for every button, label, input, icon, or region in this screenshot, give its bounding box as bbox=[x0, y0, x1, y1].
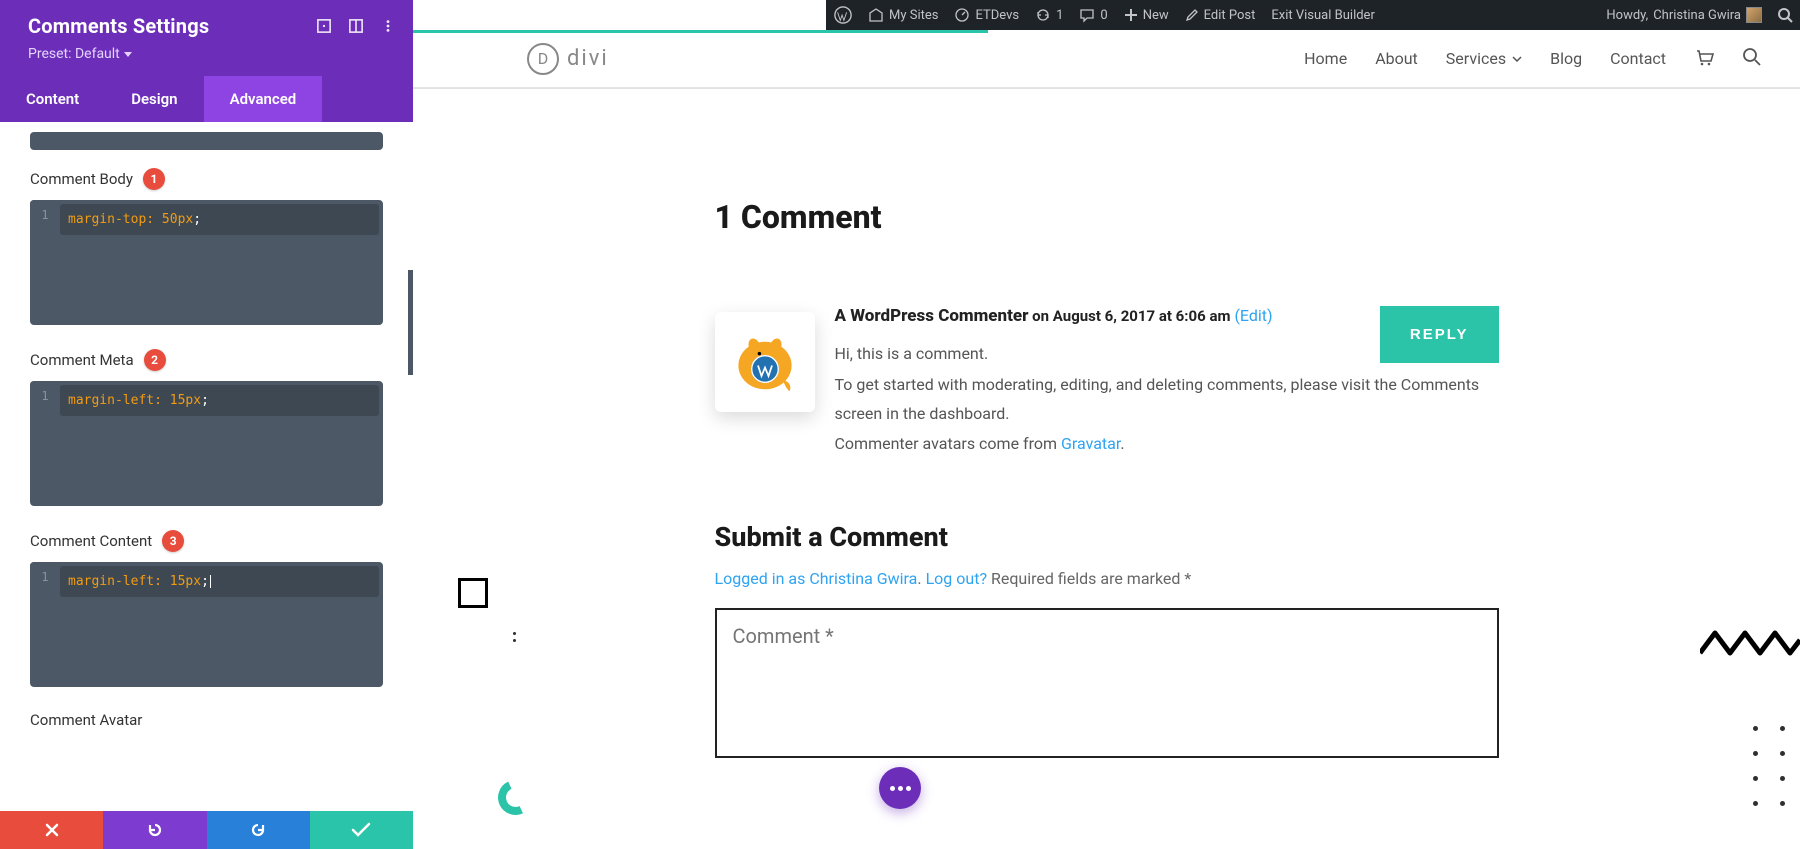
user-account-link[interactable]: Howdy, Christina Gwira bbox=[1598, 0, 1770, 30]
tab-content[interactable]: Content bbox=[0, 76, 105, 122]
wp-admin-bar: My Sites ETDevs 1 0 New bbox=[826, 0, 1800, 30]
cart-icon[interactable] bbox=[1694, 47, 1714, 71]
tab-design[interactable]: Design bbox=[105, 76, 203, 122]
logged-in-as-link[interactable]: Logged in as Christina Gwira bbox=[715, 569, 918, 588]
field-label-comment-body: Comment Body bbox=[30, 170, 133, 188]
updates-link[interactable]: 1 bbox=[1027, 0, 1071, 30]
nav-home[interactable]: Home bbox=[1304, 49, 1347, 68]
tab-advanced[interactable]: Advanced bbox=[204, 76, 323, 122]
preset-dropdown[interactable]: Preset: Default bbox=[0, 46, 413, 76]
comment-textarea[interactable] bbox=[715, 608, 1499, 758]
comment-item: A WordPress Commenter on August 6, 2017 … bbox=[715, 306, 1499, 461]
log-out-link[interactable]: Log out? bbox=[926, 569, 987, 588]
field-label-comment-content: Comment Content bbox=[30, 532, 152, 550]
decor-dots-icon bbox=[513, 632, 516, 642]
exit-visual-builder-link[interactable]: Exit Visual Builder bbox=[1263, 0, 1382, 30]
comment-author-link[interactable]: A WordPress Commenter bbox=[835, 306, 1029, 326]
code-editor-comment-body[interactable]: 1 margin-top: 50px; bbox=[30, 200, 383, 325]
plus-icon bbox=[1124, 8, 1138, 22]
sites-icon bbox=[868, 7, 884, 23]
settings-title: Comments Settings bbox=[28, 14, 315, 38]
undo-button[interactable] bbox=[103, 811, 206, 849]
page-preview: My Sites ETDevs 1 0 New bbox=[413, 0, 1800, 849]
comment-icon bbox=[1079, 7, 1095, 23]
code-editor-comment-meta[interactable]: 1 margin-left: 15px; bbox=[30, 381, 383, 506]
nav-contact[interactable]: Contact bbox=[1610, 49, 1666, 68]
comments-link[interactable]: 0 bbox=[1071, 0, 1115, 30]
annotation-badge-2: 2 bbox=[144, 349, 166, 371]
save-button[interactable] bbox=[310, 811, 413, 849]
nav-services[interactable]: Services bbox=[1446, 49, 1522, 68]
code-editor-collapsed[interactable] bbox=[30, 132, 383, 150]
nav-about[interactable]: About bbox=[1375, 49, 1418, 68]
code-editor-comment-content[interactable]: 1 margin-left: 15px; bbox=[30, 562, 383, 687]
decor-dot-grid-icon bbox=[1753, 726, 1785, 806]
decor-square-icon bbox=[458, 578, 488, 608]
comments-heading: 1 Comment bbox=[715, 198, 1499, 236]
comment-date-link[interactable]: August 6, 2017 at 6:06 am bbox=[1053, 307, 1231, 325]
avatar-icon bbox=[1746, 7, 1762, 23]
gauge-icon bbox=[954, 7, 970, 23]
field-label-comment-avatar: Comment Avatar bbox=[30, 711, 142, 729]
edit-post-link[interactable]: Edit Post bbox=[1177, 0, 1264, 30]
page-load-progress bbox=[413, 30, 988, 33]
site-header: D divi Home About Services Blog Contact bbox=[413, 30, 1800, 88]
admin-search-icon[interactable] bbox=[1770, 0, 1800, 30]
submit-comment-heading: Submit a Comment bbox=[715, 521, 1499, 553]
site-logo[interactable]: D divi bbox=[527, 43, 609, 75]
refresh-icon bbox=[1035, 7, 1051, 23]
pencil-icon bbox=[1185, 8, 1199, 22]
wapuu-icon bbox=[730, 327, 800, 397]
cancel-button[interactable] bbox=[0, 811, 103, 849]
gravatar-link[interactable]: Gravatar bbox=[1061, 434, 1120, 453]
site-link[interactable]: ETDevs bbox=[946, 0, 1027, 30]
more-vertical-icon[interactable] bbox=[379, 17, 397, 35]
annotation-badge-3: 3 bbox=[162, 530, 184, 552]
divi-fab-button[interactable] bbox=[879, 767, 921, 809]
redo-button[interactable] bbox=[207, 811, 310, 849]
decor-zigzag-icon bbox=[1700, 628, 1800, 664]
my-sites-link[interactable]: My Sites bbox=[860, 0, 946, 30]
field-label-comment-meta: Comment Meta bbox=[30, 351, 134, 369]
divi-settings-panel: Comments Settings Preset: Default bbox=[0, 0, 413, 849]
logo-mark-icon: D bbox=[527, 43, 559, 75]
comment-avatar bbox=[715, 312, 815, 412]
scrollbar-thumb[interactable] bbox=[408, 270, 413, 375]
decor-arc-icon bbox=[493, 775, 538, 820]
comment-edit-link[interactable]: (Edit) bbox=[1234, 306, 1272, 325]
nav-blog[interactable]: Blog bbox=[1550, 49, 1582, 68]
columns-icon[interactable] bbox=[347, 17, 365, 35]
chevron-down-icon bbox=[1512, 56, 1522, 62]
search-icon[interactable] bbox=[1742, 47, 1762, 71]
wp-logo-icon[interactable] bbox=[826, 0, 860, 30]
reply-button[interactable]: REPLY bbox=[1380, 306, 1499, 363]
annotation-badge-1: 1 bbox=[143, 168, 165, 190]
expand-icon[interactable] bbox=[315, 17, 333, 35]
new-link[interactable]: New bbox=[1116, 0, 1177, 30]
